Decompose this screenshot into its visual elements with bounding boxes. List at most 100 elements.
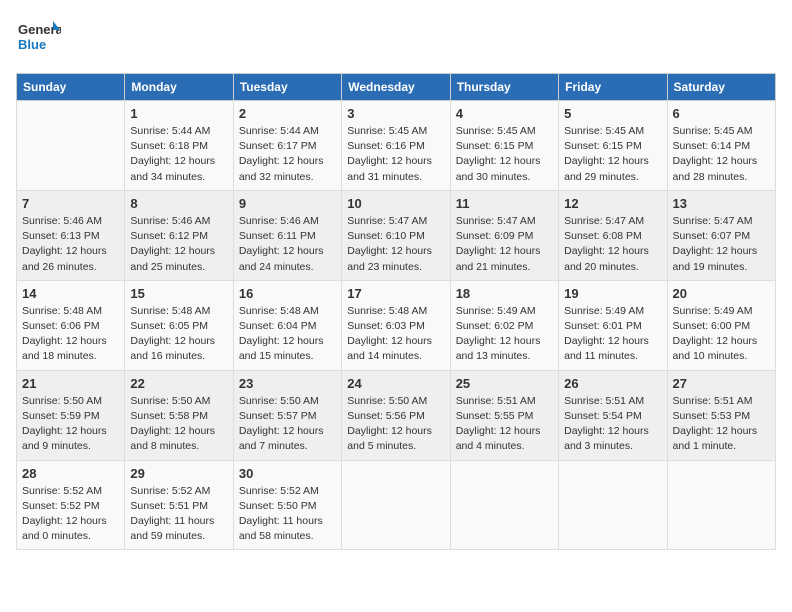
- day-info: Sunrise: 5:47 AM Sunset: 6:09 PM Dayligh…: [456, 214, 553, 275]
- day-info: Sunrise: 5:51 AM Sunset: 5:53 PM Dayligh…: [673, 394, 770, 455]
- calendar-header: SundayMondayTuesdayWednesdayThursdayFrid…: [17, 74, 776, 101]
- calendar-cell: [342, 460, 450, 550]
- day-info: Sunrise: 5:46 AM Sunset: 6:12 PM Dayligh…: [130, 214, 227, 275]
- weekday-header-saturday: Saturday: [667, 74, 775, 101]
- day-info: Sunrise: 5:50 AM Sunset: 5:58 PM Dayligh…: [130, 394, 227, 455]
- day-number: 15: [130, 286, 227, 301]
- calendar-cell: 11 Sunrise: 5:47 AM Sunset: 6:09 PM Dayli…: [450, 190, 558, 280]
- day-info: Sunrise: 5:47 AM Sunset: 6:07 PM Dayligh…: [673, 214, 770, 275]
- day-info: Sunrise: 5:49 AM Sunset: 6:00 PM Dayligh…: [673, 304, 770, 365]
- weekday-header-wednesday: Wednesday: [342, 74, 450, 101]
- calendar-cell: 5 Sunrise: 5:45 AM Sunset: 6:15 PM Daylig…: [559, 101, 667, 191]
- day-info: Sunrise: 5:48 AM Sunset: 6:06 PM Dayligh…: [22, 304, 119, 365]
- calendar-cell: 29Sunrise: 5:52 AM Sunset: 5:51 PM Dayli…: [125, 460, 233, 550]
- calendar-cell: 20 Sunrise: 5:49 AM Sunset: 6:00 PM Dayli…: [667, 280, 775, 370]
- day-info: Sunrise: 5:50 AM Sunset: 5:56 PM Dayligh…: [347, 394, 444, 455]
- day-info: Sunrise: 5:49 AM Sunset: 6:01 PM Dayligh…: [564, 304, 661, 365]
- day-number: 28: [22, 466, 119, 481]
- calendar-week-3: 14 Sunrise: 5:48 AM Sunset: 6:06 PM Dayli…: [17, 280, 776, 370]
- page-header: General Blue: [16, 16, 776, 61]
- day-number: 16: [239, 286, 336, 301]
- calendar-cell: 9 Sunrise: 5:46 AM Sunset: 6:11 PM Daylig…: [233, 190, 341, 280]
- day-number: 13: [673, 196, 770, 211]
- calendar-cell: 21 Sunrise: 5:50 AM Sunset: 5:59 PM Dayli…: [17, 370, 125, 460]
- calendar-cell: 24 Sunrise: 5:50 AM Sunset: 5:56 PM Dayli…: [342, 370, 450, 460]
- day-info: Sunrise: 5:50 AM Sunset: 5:57 PM Dayligh…: [239, 394, 336, 455]
- calendar-cell: 22 Sunrise: 5:50 AM Sunset: 5:58 PM Dayli…: [125, 370, 233, 460]
- calendar-cell: 13 Sunrise: 5:47 AM Sunset: 6:07 PM Dayli…: [667, 190, 775, 280]
- day-number: 23: [239, 376, 336, 391]
- weekday-header-thursday: Thursday: [450, 74, 558, 101]
- day-number: 30: [239, 466, 336, 481]
- day-info: Sunrise: 5:49 AM Sunset: 6:02 PM Dayligh…: [456, 304, 553, 365]
- day-number: 22: [130, 376, 227, 391]
- calendar-cell: [450, 460, 558, 550]
- day-number: 26: [564, 376, 661, 391]
- day-number: 5: [564, 106, 661, 121]
- day-number: 11: [456, 196, 553, 211]
- day-number: 17: [347, 286, 444, 301]
- logo: General Blue: [16, 16, 61, 61]
- calendar-cell: [17, 101, 125, 191]
- calendar-week-2: 7 Sunrise: 5:46 AM Sunset: 6:13 PM Daylig…: [17, 190, 776, 280]
- calendar-week-5: 28Sunrise: 5:52 AM Sunset: 5:52 PM Dayli…: [17, 460, 776, 550]
- day-info: Sunrise: 5:50 AM Sunset: 5:59 PM Dayligh…: [22, 394, 119, 455]
- weekday-header-monday: Monday: [125, 74, 233, 101]
- day-number: 1: [130, 106, 227, 121]
- day-info: Sunrise: 5:44 AM Sunset: 6:17 PM Dayligh…: [239, 124, 336, 185]
- calendar-cell: 16 Sunrise: 5:48 AM Sunset: 6:04 PM Dayli…: [233, 280, 341, 370]
- day-number: 3: [347, 106, 444, 121]
- day-number: 7: [22, 196, 119, 211]
- calendar-cell: 6 Sunrise: 5:45 AM Sunset: 6:14 PM Daylig…: [667, 101, 775, 191]
- day-number: 19: [564, 286, 661, 301]
- calendar-cell: 10Sunrise: 5:47 AM Sunset: 6:10 PM Dayli…: [342, 190, 450, 280]
- calendar-cell: 8 Sunrise: 5:46 AM Sunset: 6:12 PM Daylig…: [125, 190, 233, 280]
- calendar-week-4: 21 Sunrise: 5:50 AM Sunset: 5:59 PM Dayli…: [17, 370, 776, 460]
- day-info: Sunrise: 5:51 AM Sunset: 5:54 PM Dayligh…: [564, 394, 661, 455]
- calendar-cell: 14 Sunrise: 5:48 AM Sunset: 6:06 PM Dayli…: [17, 280, 125, 370]
- day-info: Sunrise: 5:48 AM Sunset: 6:03 PM Dayligh…: [347, 304, 444, 365]
- day-info: Sunrise: 5:51 AM Sunset: 5:55 PM Dayligh…: [456, 394, 553, 455]
- day-number: 2: [239, 106, 336, 121]
- weekday-header-friday: Friday: [559, 74, 667, 101]
- weekday-header-tuesday: Tuesday: [233, 74, 341, 101]
- calendar-cell: 18 Sunrise: 5:49 AM Sunset: 6:02 PM Dayli…: [450, 280, 558, 370]
- day-number: 18: [456, 286, 553, 301]
- calendar-cell: [667, 460, 775, 550]
- calendar-cell: 23 Sunrise: 5:50 AM Sunset: 5:57 PM Dayli…: [233, 370, 341, 460]
- calendar-cell: 17 Sunrise: 5:48 AM Sunset: 6:03 PM Dayli…: [342, 280, 450, 370]
- day-info: Sunrise: 5:45 AM Sunset: 6:16 PM Dayligh…: [347, 124, 444, 185]
- calendar-cell: 4Sunrise: 5:45 AM Sunset: 6:15 PM Daylig…: [450, 101, 558, 191]
- calendar-cell: 27Sunrise: 5:51 AM Sunset: 5:53 PM Dayli…: [667, 370, 775, 460]
- day-number: 12: [564, 196, 661, 211]
- day-number: 21: [22, 376, 119, 391]
- calendar-week-1: 1Sunrise: 5:44 AM Sunset: 6:18 PM Daylig…: [17, 101, 776, 191]
- day-info: Sunrise: 5:45 AM Sunset: 6:15 PM Dayligh…: [564, 124, 661, 185]
- day-info: Sunrise: 5:46 AM Sunset: 6:11 PM Dayligh…: [239, 214, 336, 275]
- svg-text:Blue: Blue: [18, 37, 46, 52]
- calendar-cell: 28Sunrise: 5:52 AM Sunset: 5:52 PM Dayli…: [17, 460, 125, 550]
- day-info: Sunrise: 5:46 AM Sunset: 6:13 PM Dayligh…: [22, 214, 119, 275]
- day-number: 14: [22, 286, 119, 301]
- day-info: Sunrise: 5:47 AM Sunset: 6:08 PM Dayligh…: [564, 214, 661, 275]
- calendar-table: SundayMondayTuesdayWednesdayThursdayFrid…: [16, 73, 776, 550]
- calendar-cell: 30 Sunrise: 5:52 AM Sunset: 5:50 PM Dayli…: [233, 460, 341, 550]
- day-info: Sunrise: 5:52 AM Sunset: 5:50 PM Dayligh…: [239, 484, 336, 545]
- calendar-cell: 1Sunrise: 5:44 AM Sunset: 6:18 PM Daylig…: [125, 101, 233, 191]
- day-info: Sunrise: 5:45 AM Sunset: 6:15 PM Dayligh…: [456, 124, 553, 185]
- day-info: Sunrise: 5:48 AM Sunset: 6:04 PM Dayligh…: [239, 304, 336, 365]
- calendar-cell: 3 Sunrise: 5:45 AM Sunset: 6:16 PM Daylig…: [342, 101, 450, 191]
- day-number: 20: [673, 286, 770, 301]
- calendar-cell: 25Sunrise: 5:51 AM Sunset: 5:55 PM Dayli…: [450, 370, 558, 460]
- calendar-cell: 15Sunrise: 5:48 AM Sunset: 6:05 PM Dayli…: [125, 280, 233, 370]
- day-number: 24: [347, 376, 444, 391]
- day-number: 9: [239, 196, 336, 211]
- day-number: 8: [130, 196, 227, 211]
- day-number: 6: [673, 106, 770, 121]
- calendar-cell: 19 Sunrise: 5:49 AM Sunset: 6:01 PM Dayli…: [559, 280, 667, 370]
- calendar-cell: 26 Sunrise: 5:51 AM Sunset: 5:54 PM Dayli…: [559, 370, 667, 460]
- logo-svg: General Blue: [16, 16, 61, 61]
- day-info: Sunrise: 5:45 AM Sunset: 6:14 PM Dayligh…: [673, 124, 770, 185]
- calendar-body: 1Sunrise: 5:44 AM Sunset: 6:18 PM Daylig…: [17, 101, 776, 550]
- calendar-cell: [559, 460, 667, 550]
